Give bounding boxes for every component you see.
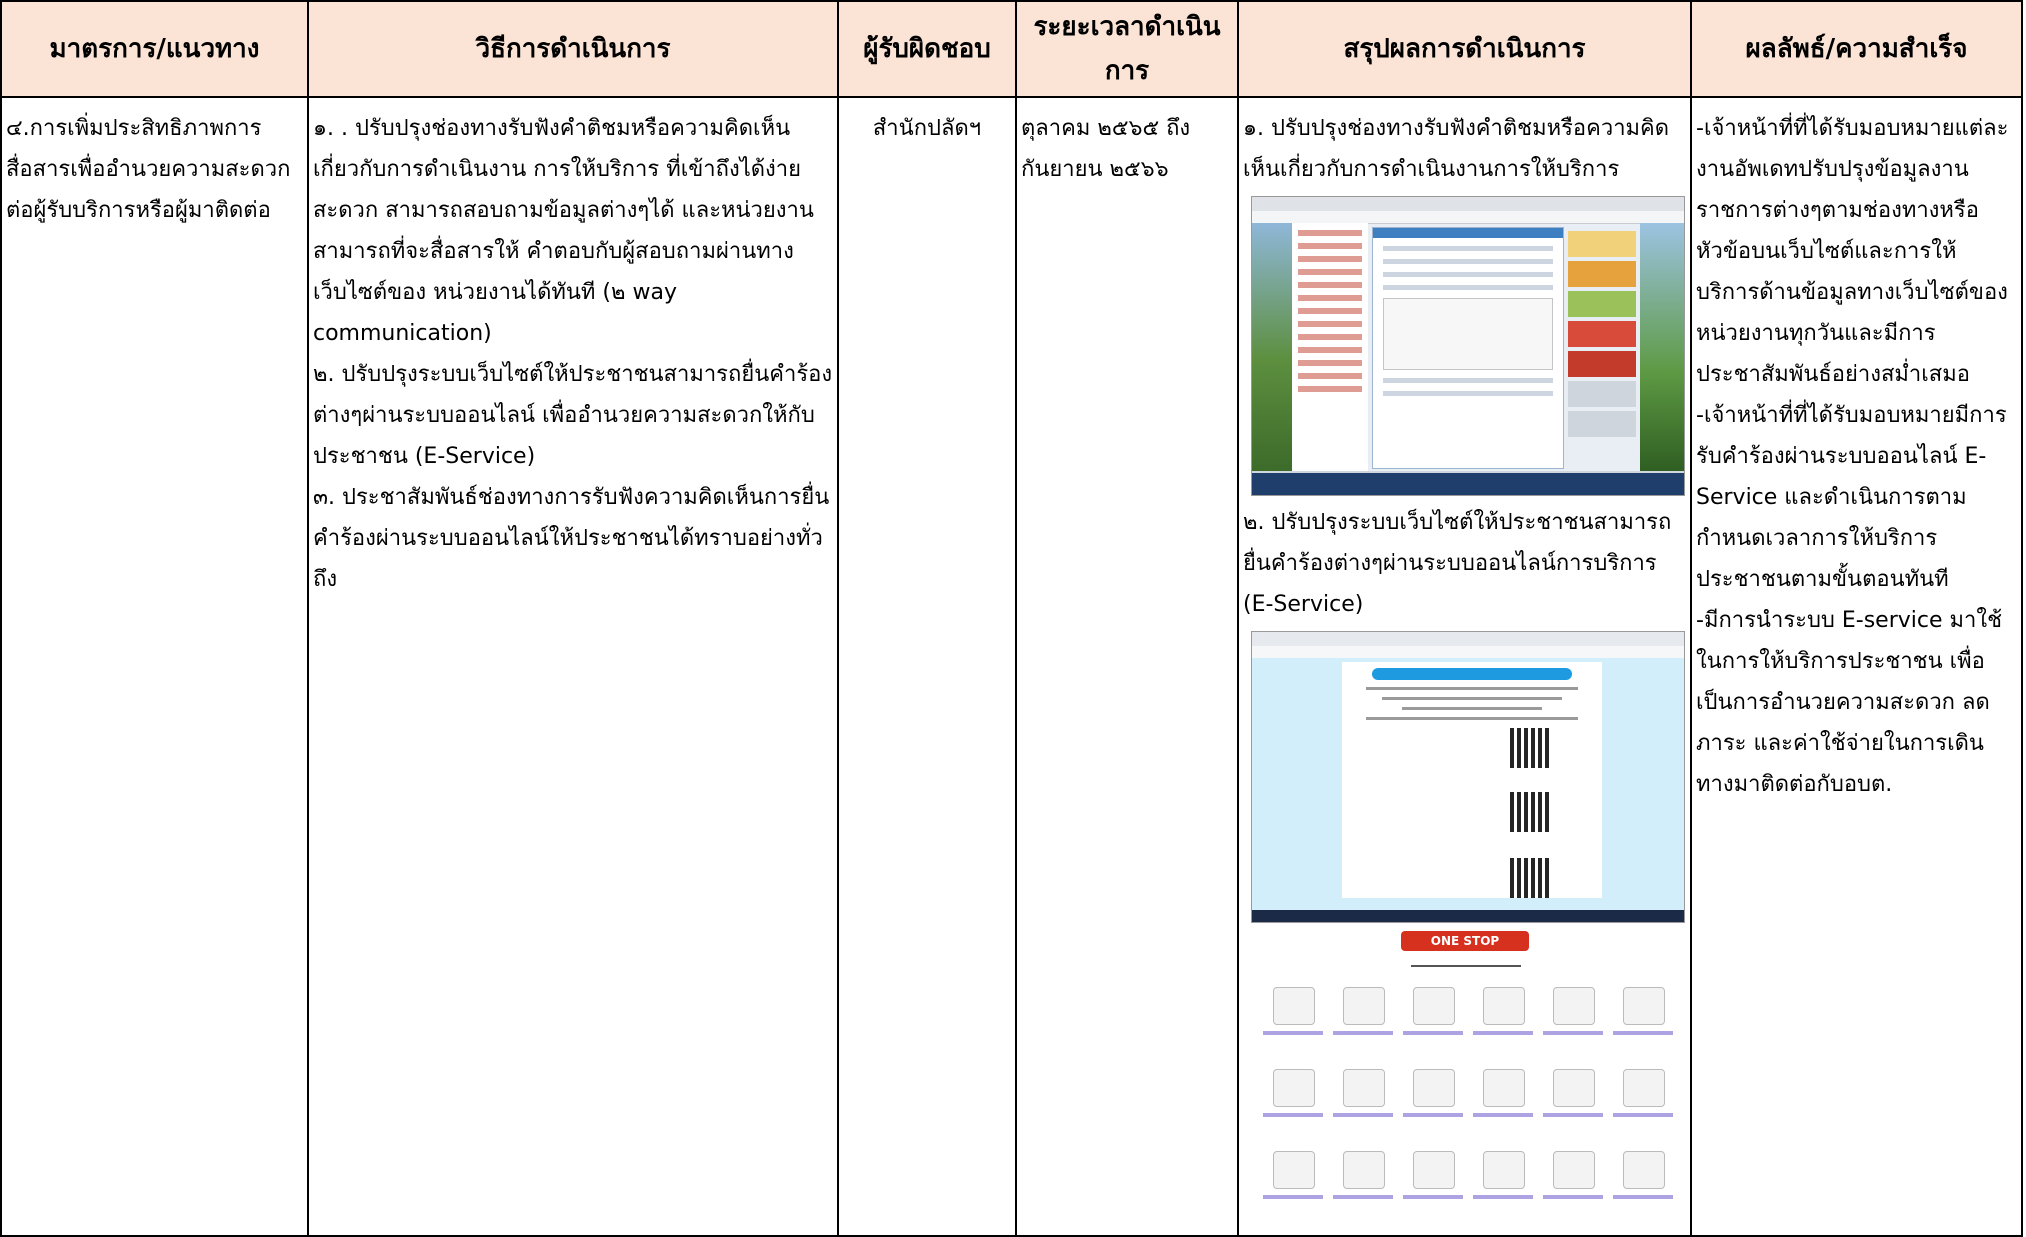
- cell-responsible: สำนักปลัดฯ: [837, 96, 1017, 1237]
- cell-summary: ๑. ปรับปรุงช่องทางรับฟังคำติชมหรือความคิ…: [1237, 96, 1692, 1237]
- method-item-1: ๑. . ปรับปรุงช่องทางรับฟังคำติชมหรือความ…: [313, 116, 814, 346]
- table-row: ๔.การเพิ่มประสิทธิภาพการสื่อสารเพื่ออำนว…: [0, 96, 2023, 1237]
- summary-item-1: ๑. ปรับปรุงช่องทางรับฟังคำติชมหรือความคิ…: [1243, 116, 1670, 182]
- cell-results: -เจ้าหน้าที่ที่ได้รับมอบหมายแต่ละงานอัพเ…: [1690, 96, 2023, 1237]
- e-service-screenshot: [1251, 631, 1685, 923]
- action-plan-table: มาตรการ/แนวทาง วิธีการดำเนินการ ผู้รับผิ…: [0, 0, 2023, 1237]
- header-period: ระยะเวลาดำเนินการ: [1015, 0, 1239, 98]
- one-stop-service-banner: ONE STOP SERVICE: [1401, 931, 1529, 968]
- measure-text: ๔.การเพิ่มประสิทธิภาพการสื่อสารเพื่ออำนว…: [6, 116, 291, 223]
- header-method: วิธีการดำเนินการ: [307, 0, 839, 98]
- result-item-3: -มีการนำระบบ E-service มาใช้ในการให้บริก…: [1696, 608, 2003, 797]
- website-feedback-screenshot: [1251, 196, 1685, 496]
- method-item-3: ๓. ประชาสัมพันธ์ช่องทางการรับฟังความคิดเ…: [313, 485, 830, 592]
- header-measure: มาตรการ/แนวทาง: [0, 0, 309, 98]
- cell-measure: ๔.การเพิ่มประสิทธิภาพการสื่อสารเพื่ออำนว…: [0, 96, 309, 1237]
- method-item-2: ๒. ปรับปรุงระบบเว็บไซต์ให้ประชาชนสามารถย…: [313, 362, 833, 469]
- one-stop-service-image: ONE STOP SERVICE: [1251, 929, 1683, 1229]
- responsible-text: สำนักปลัดฯ: [872, 116, 982, 141]
- header-summary: สรุปผลการดำเนินการ: [1237, 0, 1692, 98]
- result-item-1: -เจ้าหน้าที่ที่ได้รับมอบหมายแต่ละงานอัพเ…: [1696, 116, 2009, 387]
- document-page: มาตรการ/แนวทาง วิธีการดำเนินการ ผู้รับผิ…: [0, 0, 2026, 1237]
- table-header-row: มาตรการ/แนวทาง วิธีการดำเนินการ ผู้รับผิ…: [0, 0, 2023, 98]
- header-responsible: ผู้รับผิดชอบ: [837, 0, 1017, 98]
- cell-period: ตุลาคม ๒๕๖๕ ถึงกันยายน ๒๕๖๖: [1015, 96, 1239, 1237]
- result-item-2: -เจ้าหน้าที่ที่ได้รับมอบหมายมีการรับคำร้…: [1696, 403, 2007, 592]
- header-results: ผลลัพธ์/ความสำเร็จ: [1690, 0, 2023, 98]
- cell-method: ๑. . ปรับปรุงช่องทางรับฟังคำติชมหรือความ…: [307, 96, 839, 1237]
- summary-item-2: ๒. ปรับปรุงระบบเว็บไซต์ให้ประชาชนสามารถย…: [1243, 510, 1672, 617]
- period-text: ตุลาคม ๒๕๖๕ ถึงกันยายน ๒๕๖๖: [1021, 116, 1191, 182]
